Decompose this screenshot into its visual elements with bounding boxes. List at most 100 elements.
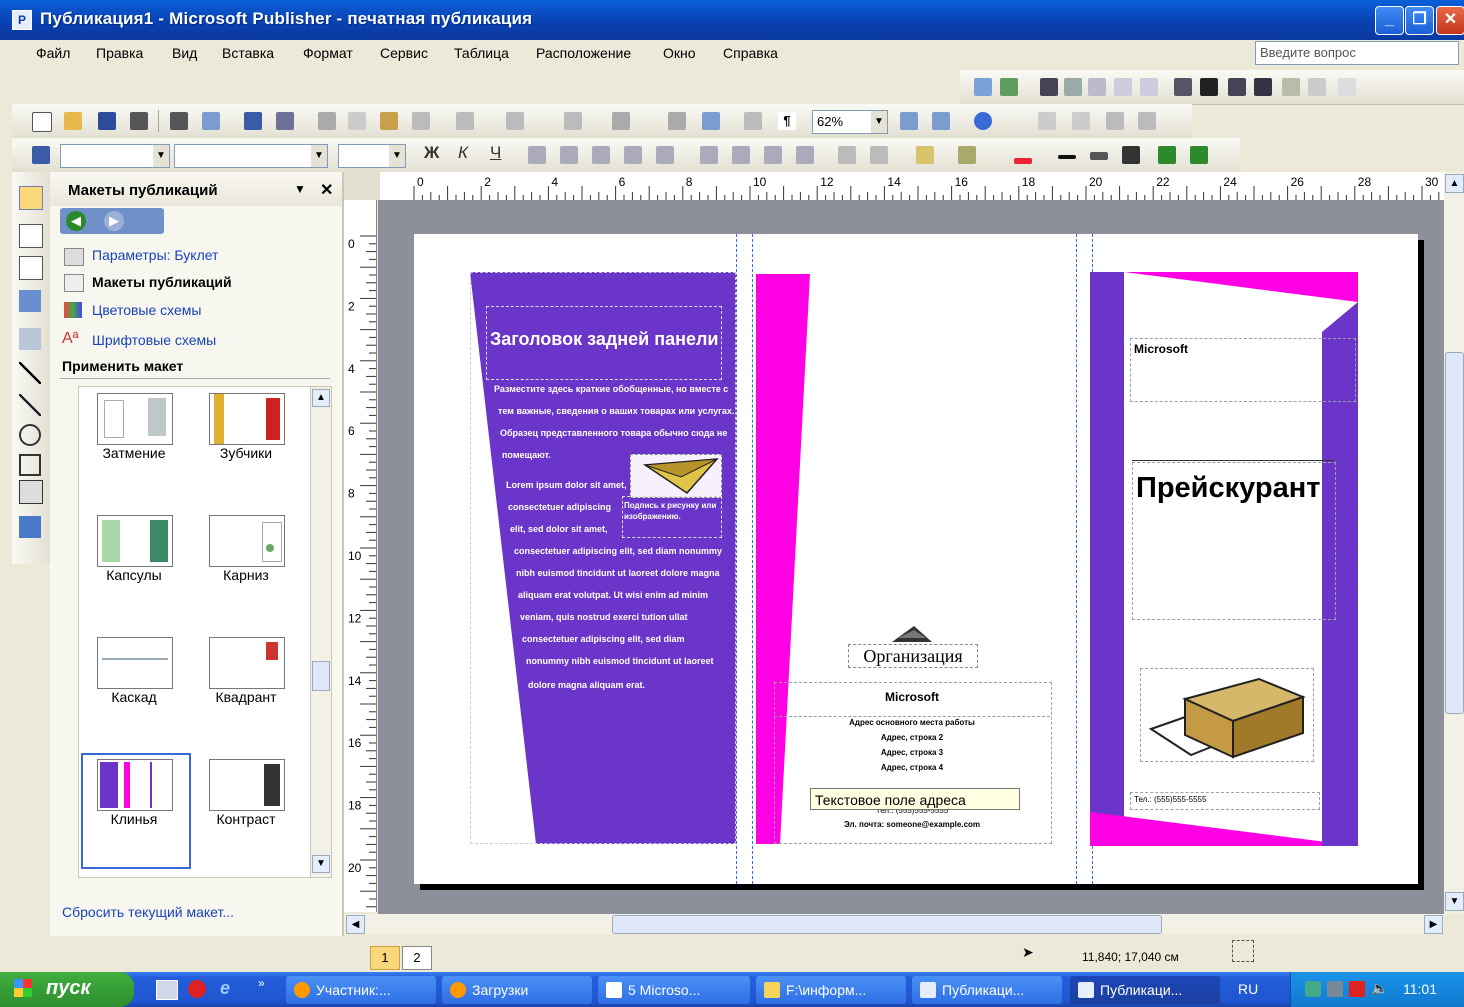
columns-view-icon[interactable]	[744, 112, 762, 130]
crosshair-icon[interactable]	[1174, 78, 1192, 96]
new-icon[interactable]	[32, 112, 52, 132]
autoshapes-tool-icon[interactable]	[19, 480, 43, 504]
special-characters-icon[interactable]: ¶	[778, 112, 796, 130]
bullets-icon[interactable]	[732, 146, 750, 164]
quicklaunch-more-icon[interactable]: »	[258, 976, 265, 990]
italic-button[interactable]: К	[458, 143, 468, 163]
flip-icon[interactable]	[1088, 78, 1106, 96]
fill-icon[interactable]	[1282, 78, 1300, 96]
line-color-icon[interactable]	[958, 146, 976, 164]
frame-icon[interactable]	[1254, 78, 1272, 96]
tray-volume-icon[interactable]: 🔈	[1371, 980, 1388, 997]
link-font-schemes[interactable]: Шрифтовые схемы	[92, 332, 216, 348]
pen-icon[interactable]	[1308, 78, 1326, 96]
menu-tools[interactable]: Сервис	[380, 45, 428, 61]
text-box-tool-icon[interactable]	[19, 224, 43, 248]
numbering-icon[interactable]	[700, 146, 718, 164]
menu-window[interactable]: Окно	[663, 45, 696, 61]
web-page-icon[interactable]	[1138, 112, 1156, 130]
bold-button[interactable]: Ж	[424, 143, 439, 163]
design-thumb-cornice[interactable]	[209, 515, 285, 567]
font-color-icon[interactable]	[1014, 158, 1032, 164]
font-select[interactable]: ▼	[174, 144, 328, 168]
table-tool-icon[interactable]	[19, 256, 43, 280]
web-tools-icon[interactable]	[1072, 112, 1090, 130]
styles-icon[interactable]	[32, 146, 50, 164]
arrow-tool-icon[interactable]	[19, 394, 41, 416]
taskbar-button-5[interactable]: Публикаци...	[912, 976, 1062, 1004]
align-center-icon[interactable]	[560, 146, 578, 164]
dash-style-icon[interactable]	[1090, 152, 1108, 160]
decrease-indent-icon[interactable]	[764, 146, 782, 164]
web-preview-icon[interactable]	[1106, 112, 1124, 130]
tray-antivirus-icon[interactable]	[1349, 981, 1365, 997]
rectangle-tool-icon[interactable]	[19, 454, 41, 476]
horizontal-ruler[interactable]: 0 2 4 6 8 10 12 14 16 18 20 22 24 26 28 30	[380, 172, 1444, 201]
back-icon[interactable]: ◀	[66, 211, 86, 231]
link-color-schemes[interactable]: Цветовые схемы	[92, 302, 202, 318]
increase-indent-icon[interactable]	[796, 146, 814, 164]
wizard-icon[interactable]	[1114, 78, 1132, 96]
align-right-icon[interactable]	[592, 146, 610, 164]
ask-question-input[interactable]: Введите вопрос	[1255, 41, 1459, 65]
publisher-app-icon[interactable]: P	[12, 10, 32, 30]
menu-view[interactable]: Вид	[172, 45, 197, 61]
print-preview-icon[interactable]	[202, 112, 220, 130]
format-painter-icon[interactable]	[412, 112, 430, 130]
tray-network-icon[interactable]	[1305, 981, 1321, 997]
arrow-style-icon[interactable]	[1122, 146, 1140, 164]
oval-tool-icon[interactable]	[19, 424, 41, 446]
hotspot-icon[interactable]	[1140, 78, 1158, 96]
design-thumb-cascade[interactable]	[97, 637, 173, 689]
fill-color-icon[interactable]	[916, 146, 934, 164]
tray-device-icon[interactable]	[1327, 981, 1343, 997]
cut-icon[interactable]	[318, 112, 336, 130]
line-weight-icon[interactable]	[1058, 155, 1076, 159]
rotate-tool-icon[interactable]	[612, 112, 630, 130]
shadow-style-icon[interactable]	[1158, 146, 1176, 164]
research-icon[interactable]	[276, 112, 294, 130]
menu-insert[interactable]: Вставка	[222, 45, 274, 61]
close-button[interactable]: ✕	[1436, 6, 1464, 35]
menu-format[interactable]: Формат	[303, 45, 353, 61]
vertical-scroll-thumb[interactable]	[1445, 352, 1464, 714]
start-button[interactable]: пуск	[0, 972, 134, 1007]
publication-page[interactable]: Заголовок задней панели Разместите здесь…	[414, 234, 1418, 884]
print-icon[interactable]	[170, 112, 188, 130]
taskbar-button-3[interactable]: 5 Microso...	[598, 976, 750, 1004]
zoom-in-icon[interactable]	[932, 112, 950, 130]
task-pane-menu-icon[interactable]: ▼	[294, 182, 306, 196]
menu-edit[interactable]: Правка	[96, 45, 143, 61]
save-icon[interactable]	[98, 112, 116, 130]
link-publication-options[interactable]: Параметры: Буклет	[92, 247, 218, 263]
align-left-icon[interactable]	[528, 146, 546, 164]
increase-font-icon[interactable]	[870, 146, 888, 164]
paste-icon[interactable]	[380, 112, 398, 130]
horizontal-scroll-thumb[interactable]	[612, 915, 1162, 934]
pointer-icon[interactable]	[1338, 78, 1356, 96]
picture-frame-tool-icon[interactable]	[19, 328, 41, 350]
zoom-select[interactable]: 62% ▼	[812, 110, 888, 134]
help-icon[interactable]	[974, 112, 992, 130]
task-pane-close-icon[interactable]: ✕	[320, 180, 333, 200]
wordart-tool-icon[interactable]	[19, 290, 41, 312]
design-thumb-wedges[interactable]	[97, 759, 173, 811]
forward-icon[interactable]: ▶	[104, 211, 124, 231]
design-thumb-quadrant[interactable]	[209, 637, 285, 689]
link-publication-designs[interactable]: Макеты публикаций	[92, 274, 232, 290]
vertical-ruler[interactable]: 0 2 4 6 8 10 12 14 16 18 20	[344, 200, 377, 912]
menu-table[interactable]: Таблица	[454, 45, 509, 61]
justify-icon[interactable]	[624, 146, 642, 164]
copy-icon[interactable]	[348, 112, 366, 130]
rotate-icon[interactable]	[1064, 78, 1082, 96]
spelling-icon[interactable]	[244, 112, 262, 130]
underline-button[interactable]: Ч	[490, 143, 501, 163]
taskbar-button-4[interactable]: F:\информ...	[756, 976, 906, 1004]
minimize-button[interactable]: _	[1375, 6, 1404, 35]
reset-design-link[interactable]: Сбросить текущий макет...	[62, 904, 234, 920]
page-1-button[interactable]: 1	[370, 946, 400, 970]
picture-icon[interactable]	[974, 78, 992, 96]
design-thumb-zigzag[interactable]	[209, 393, 285, 445]
organization-logo-icon[interactable]	[892, 624, 932, 644]
show-desktop-icon[interactable]	[156, 980, 178, 1000]
